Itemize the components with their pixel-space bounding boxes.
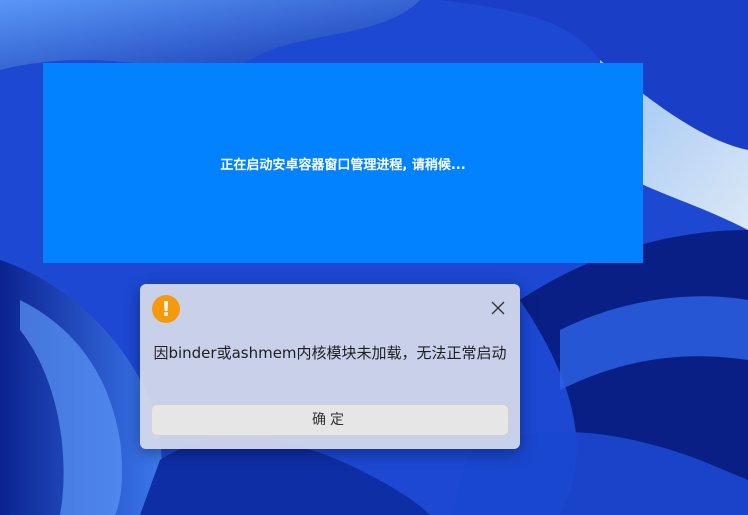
warning-icon: ! [152,295,180,323]
error-dialog: ! 因binder或ashmem内核模块未加载，无法正常启动 确定 [140,284,520,449]
loading-message: 正在启动安卓容器窗口管理进程, 请稍候... [220,157,466,173]
confirm-button[interactable]: 确定 [151,404,509,436]
dialog-message: 因binder或ashmem内核模块未加载，无法正常启动 [153,344,507,362]
android-container-loading-window: 正在启动安卓容器窗口管理进程, 请稍候... [43,63,643,263]
close-icon [491,301,505,315]
close-button[interactable] [490,300,506,316]
